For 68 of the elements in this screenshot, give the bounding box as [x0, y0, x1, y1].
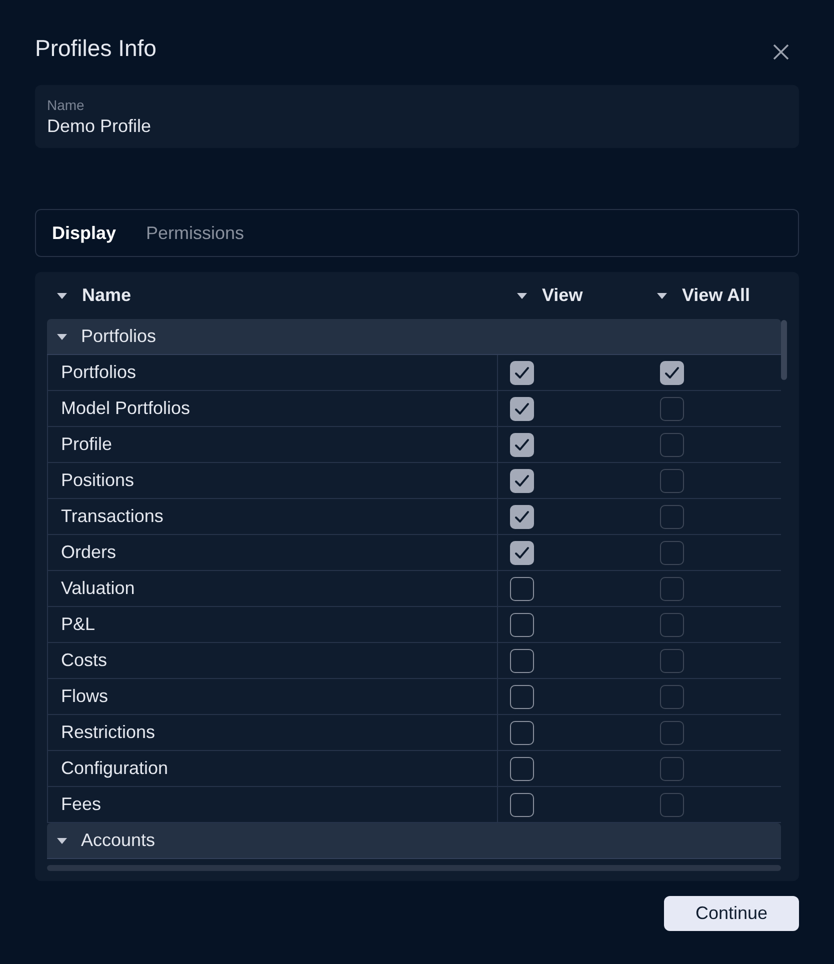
table-cell-text: Fees [61, 793, 102, 816]
checkbox[interactable] [660, 720, 684, 744]
check-icon [664, 366, 680, 380]
checkbox[interactable] [510, 792, 534, 816]
caret-icon[interactable] [57, 838, 67, 844]
checkbox[interactable] [660, 576, 684, 600]
checkbox[interactable] [510, 720, 534, 744]
group-row[interactable]: Portfolios [47, 319, 781, 355]
checkbox[interactable] [660, 648, 684, 672]
checkbox[interactable] [660, 612, 684, 636]
checkbox[interactable] [510, 360, 534, 384]
table-cell-text: Restrictions [61, 721, 156, 744]
table-cell-text: Portfolios [61, 361, 136, 384]
checkbox[interactable] [510, 504, 534, 528]
checkbox[interactable] [510, 648, 534, 672]
tab[interactable]: Display [52, 220, 116, 246]
caret-icon[interactable] [57, 334, 67, 340]
checkbox[interactable] [660, 684, 684, 708]
checkbox[interactable] [660, 432, 684, 456]
checkbox[interactable] [510, 396, 534, 420]
table-cell-text: Profile [61, 433, 112, 456]
check-icon [514, 474, 530, 488]
table-cell-text: Model Portfolios [61, 397, 190, 420]
checkbox[interactable] [660, 792, 684, 816]
check-icon [514, 402, 530, 416]
column-header[interactable]: View [542, 282, 583, 309]
table-cell-text: Costs [61, 649, 108, 672]
check-icon [514, 546, 530, 560]
checkbox[interactable] [510, 576, 534, 600]
table-cell-text: Configuration [61, 757, 168, 780]
caret-icon[interactable] [657, 292, 667, 298]
checkbox[interactable] [510, 540, 534, 564]
checkbox[interactable] [510, 684, 534, 708]
checkbox[interactable] [660, 504, 684, 528]
checkbox[interactable] [660, 468, 684, 492]
checkbox[interactable] [510, 468, 534, 492]
table-cell-text: Transactions [61, 505, 164, 528]
checkbox[interactable] [660, 540, 684, 564]
group-label: Accounts [81, 829, 156, 852]
checkbox[interactable] [510, 756, 534, 780]
close-icon[interactable] [773, 44, 789, 60]
caret-icon[interactable] [517, 292, 527, 298]
continue-button[interactable]: Continue [664, 896, 799, 931]
dialog-title: Profiles Info [35, 34, 156, 63]
checkbox[interactable] [510, 612, 534, 636]
table-cell-text: Orders [61, 541, 116, 564]
check-icon [514, 510, 530, 524]
horizontal-scrollbar[interactable] [47, 865, 781, 871]
checkbox[interactable] [660, 360, 684, 384]
check-icon [514, 366, 530, 380]
checkbox[interactable] [510, 432, 534, 456]
table-cell-text: P&L [61, 613, 96, 636]
caret-icon[interactable] [57, 292, 67, 298]
scrollbar-thumb[interactable] [781, 320, 787, 380]
checkbox[interactable] [660, 396, 684, 420]
table-cell-text: Valuation [61, 577, 135, 600]
group-row[interactable]: Accounts [47, 823, 781, 859]
field-value: Demo Profile [47, 115, 152, 138]
column-header[interactable]: Name [82, 282, 132, 309]
tab[interactable]: Permissions [146, 220, 244, 246]
field-label: Name [47, 97, 86, 113]
checkbox[interactable] [660, 756, 684, 780]
name-field[interactable]: Name Demo Profile [35, 85, 799, 148]
table-cell-text: Flows [61, 685, 108, 708]
column-header[interactable]: View All [682, 282, 750, 309]
group-label: Portfolios [81, 325, 156, 348]
table-cell-text: Positions [61, 469, 134, 492]
check-icon [514, 438, 530, 452]
